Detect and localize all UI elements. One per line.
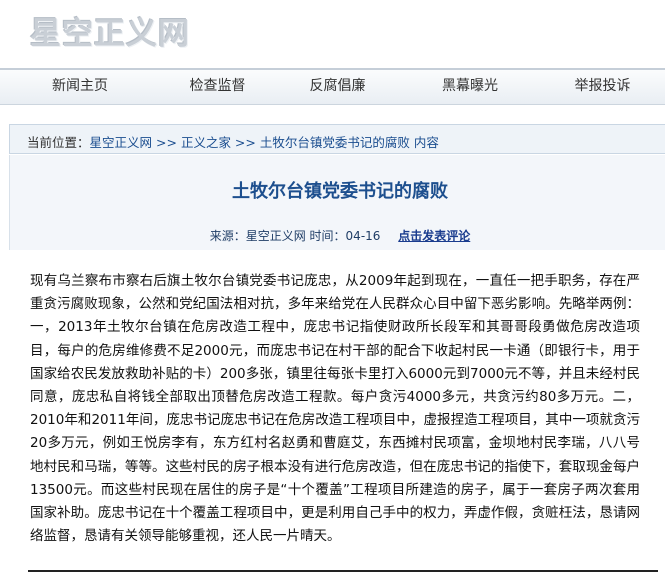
- nav-item-report[interactable]: 举报投诉: [540, 70, 665, 104]
- breadcrumb-separator: >>: [152, 135, 181, 150]
- site-logo[interactable]: 星空正义网: [30, 8, 190, 56]
- article-header: 土牧尔台镇党委书记的腐败 来源：星空正义网 时间：04-16 点击发表评论: [9, 155, 665, 250]
- nav-item-exposure[interactable]: 黑幕曝光: [400, 70, 540, 104]
- nav-item-news-home[interactable]: 新闻主页: [0, 70, 160, 104]
- main-nav: 新闻主页 检查监督 反腐倡廉 黑幕曝光 举报投诉: [0, 70, 665, 105]
- breadcrumb-home-link[interactable]: 星空正义网: [90, 135, 153, 150]
- breadcrumb-label: 当前位置：: [27, 135, 90, 150]
- article-source-time: 来源：星空正义网 时间：04-16: [209, 229, 381, 243]
- article-bottom-divider: [28, 570, 658, 572]
- post-comment-link[interactable]: 点击发表评论: [398, 229, 470, 243]
- article-title: 土牧尔台镇党委书记的腐败: [232, 181, 448, 202]
- article-meta: 来源：星空正义网 时间：04-16 点击发表评论: [10, 227, 665, 244]
- breadcrumb-separator: >>: [230, 135, 260, 150]
- article-paragraph: 现有乌兰察布市察右后旗土牧尔台镇党委书记庞忠，从2009年起到现在，一直任一把手…: [30, 273, 640, 545]
- breadcrumb-current-link[interactable]: 土牧尔台镇党委书记的腐败 内容: [260, 135, 439, 150]
- nav-item-anti-corruption[interactable]: 反腐倡廉: [275, 70, 400, 104]
- breadcrumb: 当前位置：星空正义网 >> 正义之家 >> 土牧尔台镇党委书记的腐败 内容: [9, 124, 665, 154]
- logo-text: 星空正义网: [30, 16, 190, 52]
- article-body: 现有乌兰察布市察右后旗土牧尔台镇党委书记庞忠，从2009年起到现在，一直任一把手…: [30, 270, 640, 548]
- breadcrumb-section-link[interactable]: 正义之家: [181, 135, 231, 150]
- nav-item-inspection[interactable]: 检查监督: [160, 70, 275, 104]
